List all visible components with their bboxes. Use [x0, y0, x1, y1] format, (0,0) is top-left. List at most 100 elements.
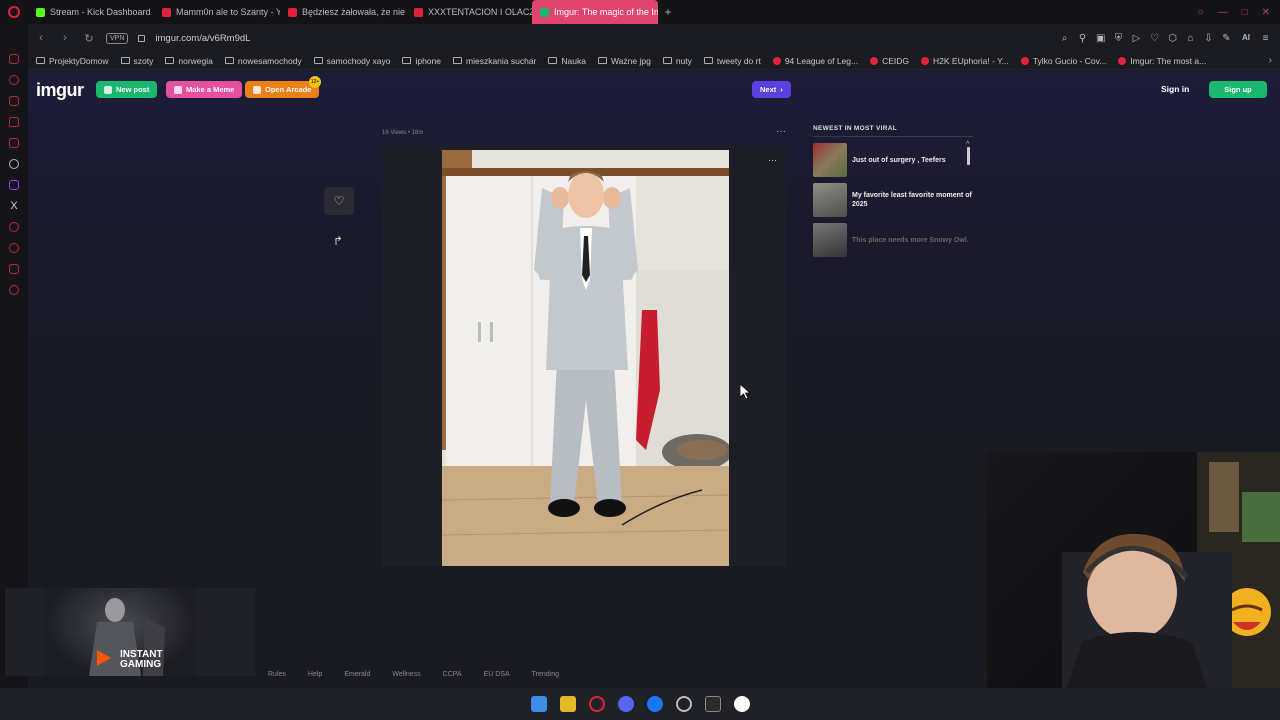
footer-link[interactable]: Wellness: [392, 671, 420, 678]
bookmark-item[interactable]: ProjektyDomow: [36, 56, 109, 66]
terminal-icon[interactable]: [704, 696, 721, 712]
facebook-icon[interactable]: [646, 696, 663, 712]
chatgpt-icon[interactable]: [9, 159, 19, 169]
lock-icon[interactable]: [138, 34, 146, 42]
viral-thumbnail: [813, 143, 847, 177]
file-explorer-icon[interactable]: [559, 696, 576, 712]
post-more-ellipsis-icon[interactable]: ···: [776, 126, 786, 137]
bookmark-item[interactable]: Nauka: [548, 56, 586, 66]
windows-start-icon[interactable]: [530, 696, 547, 712]
search-tabs-icon[interactable]: ○: [1198, 7, 1204, 18]
close-window-icon[interactable]: ✕: [1262, 7, 1270, 18]
shield-icon[interactable]: ⛨: [1114, 33, 1123, 44]
play-icon[interactable]: ▷: [1132, 33, 1141, 44]
easy-setup-icon[interactable]: ✎: [1222, 33, 1231, 44]
player-icon[interactable]: [9, 222, 19, 232]
tab-youtube-3[interactable]: XXXTENTACION I OLACZK: [406, 0, 532, 24]
bookmark-item[interactable]: H2K EUphoria! - Y...: [921, 56, 1009, 66]
opera-logo-icon[interactable]: [0, 0, 28, 24]
post-image[interactable]: [442, 150, 729, 566]
bookmark-item[interactable]: nowesamochody: [224, 56, 302, 66]
kick-favicon-icon: [36, 7, 45, 17]
snapshot-icon[interactable]: ▣: [1096, 33, 1105, 44]
ai-label[interactable]: AI: [1240, 33, 1252, 44]
new-tab-button[interactable]: +: [658, 5, 678, 19]
back-icon[interactable]: ‹: [34, 32, 48, 44]
bookmark-item[interactable]: tweety do rt: [703, 56, 761, 66]
bookmark-item[interactable]: 94 League of Leg...: [772, 56, 858, 66]
history-icon[interactable]: [9, 75, 19, 85]
heart-icon[interactable]: ♡: [1150, 33, 1159, 44]
bookmark-item[interactable]: iphone: [402, 56, 441, 66]
mouse-cursor-icon: [740, 384, 752, 400]
forward-icon[interactable]: ›: [58, 32, 72, 44]
obs-icon[interactable]: [675, 696, 692, 712]
tab-kick-dashboard[interactable]: Stream - Kick Dashboard: [28, 0, 154, 24]
imgur-logo[interactable]: imgur: [36, 80, 84, 101]
maximize-icon[interactable]: □: [1242, 7, 1248, 18]
discord-icon[interactable]: [617, 696, 634, 712]
wallet-icon[interactable]: ⌂: [1186, 33, 1195, 44]
bookmark-item[interactable]: CEIDG: [870, 56, 909, 66]
minimize-icon[interactable]: —: [1218, 7, 1228, 18]
bookmark-item[interactable]: szoty: [120, 56, 153, 66]
post-views-meta: 16 Views • 16m: [382, 130, 424, 136]
sign-up-button[interactable]: Sign up: [1209, 81, 1267, 98]
opera-taskbar-icon[interactable]: [588, 696, 605, 712]
zoom-icon[interactable]: ⌕: [1060, 33, 1069, 44]
app-icon[interactable]: [733, 696, 750, 712]
twitch-icon[interactable]: [9, 180, 19, 190]
favorite-heart-icon[interactable]: ♡: [324, 187, 354, 215]
youtube-favicon-icon: [162, 7, 171, 17]
share-arrow-icon[interactable]: ↱: [333, 234, 343, 248]
settings-gear-icon[interactable]: [9, 285, 19, 295]
bookmark-item[interactable]: samochody xayo: [313, 56, 390, 66]
bookmark-item[interactable]: mieszkania suchar: [453, 56, 536, 66]
vpn-badge[interactable]: VPN: [106, 32, 129, 44]
bookmark-item[interactable]: norwegia: [165, 56, 213, 66]
viral-scrollbar[interactable]: [967, 147, 970, 165]
extensions-side-icon[interactable]: [9, 264, 19, 274]
image-more-ellipsis-icon[interactable]: ···: [768, 155, 777, 165]
bookmark-item[interactable]: nuty: [662, 56, 692, 66]
footer-link[interactable]: CCPA: [443, 671, 462, 678]
footer-link[interactable]: EU DSA: [484, 671, 510, 678]
bookmark-icon[interactable]: [9, 96, 19, 106]
folder-icon: [548, 57, 558, 64]
bookmarks-overflow-icon[interactable]: ›: [1269, 55, 1280, 66]
menu-icon[interactable]: ≡: [1261, 33, 1270, 44]
tab-imgur[interactable]: Imgur: The magic of the In: [532, 0, 658, 24]
reload-icon[interactable]: ↻: [82, 32, 96, 45]
clock-icon[interactable]: [9, 243, 19, 253]
home-icon[interactable]: [9, 54, 19, 64]
pin-icon[interactable]: ⚲: [1078, 33, 1087, 44]
make-meme-button[interactable]: Make a Meme: [166, 81, 243, 98]
bookmark-item[interactable]: Imgur: The most a...: [1118, 56, 1206, 66]
url-input[interactable]: imgur.com/a/v6Rm9dL: [155, 33, 250, 44]
photo-man-in-suit: [442, 150, 729, 566]
bookmark-item[interactable]: Ważne jpg: [597, 56, 651, 66]
footer-link[interactable]: Help: [308, 671, 322, 678]
viral-item[interactable]: Just out of surgery , Teefers: [813, 143, 973, 177]
download-icon[interactable]: ⇩: [1204, 33, 1213, 44]
new-post-button[interactable]: New post: [96, 81, 158, 98]
tab-youtube-1[interactable]: Mamm0n ale to Szanty - Y: [154, 0, 280, 24]
viral-item[interactable]: This place needs more Snowy Owl.: [813, 223, 973, 257]
next-post-button[interactable]: Next ›: [752, 81, 791, 98]
viral-item[interactable]: My favorite least favorite moment of 202…: [813, 183, 973, 217]
sign-in-link[interactable]: Sign in: [1161, 84, 1189, 94]
footer-link[interactable]: Rules: [268, 671, 286, 678]
footer-link[interactable]: Trending: [532, 671, 559, 678]
viral-thumbnail: [813, 223, 847, 257]
messenger-icon[interactable]: [9, 138, 19, 148]
footer-link[interactable]: Emerald: [344, 671, 370, 678]
imgur-footer: Rules Help Emerald Wellness CCPA EU DSA Trendi…: [268, 671, 559, 678]
bookmark-item[interactable]: Tylko Gucio - Cov...: [1020, 56, 1106, 66]
extensions-icon[interactable]: ⬡: [1168, 33, 1177, 44]
workspace-icon[interactable]: [9, 117, 19, 127]
chevron-right-icon: ›: [780, 85, 783, 94]
x-twitter-icon[interactable]: X: [10, 201, 17, 212]
site-favicon-icon: [1118, 56, 1127, 65]
tab-youtube-2[interactable]: Będziesz żałowała, że nie: [280, 0, 406, 24]
arcade-badge: 12+: [309, 76, 321, 88]
